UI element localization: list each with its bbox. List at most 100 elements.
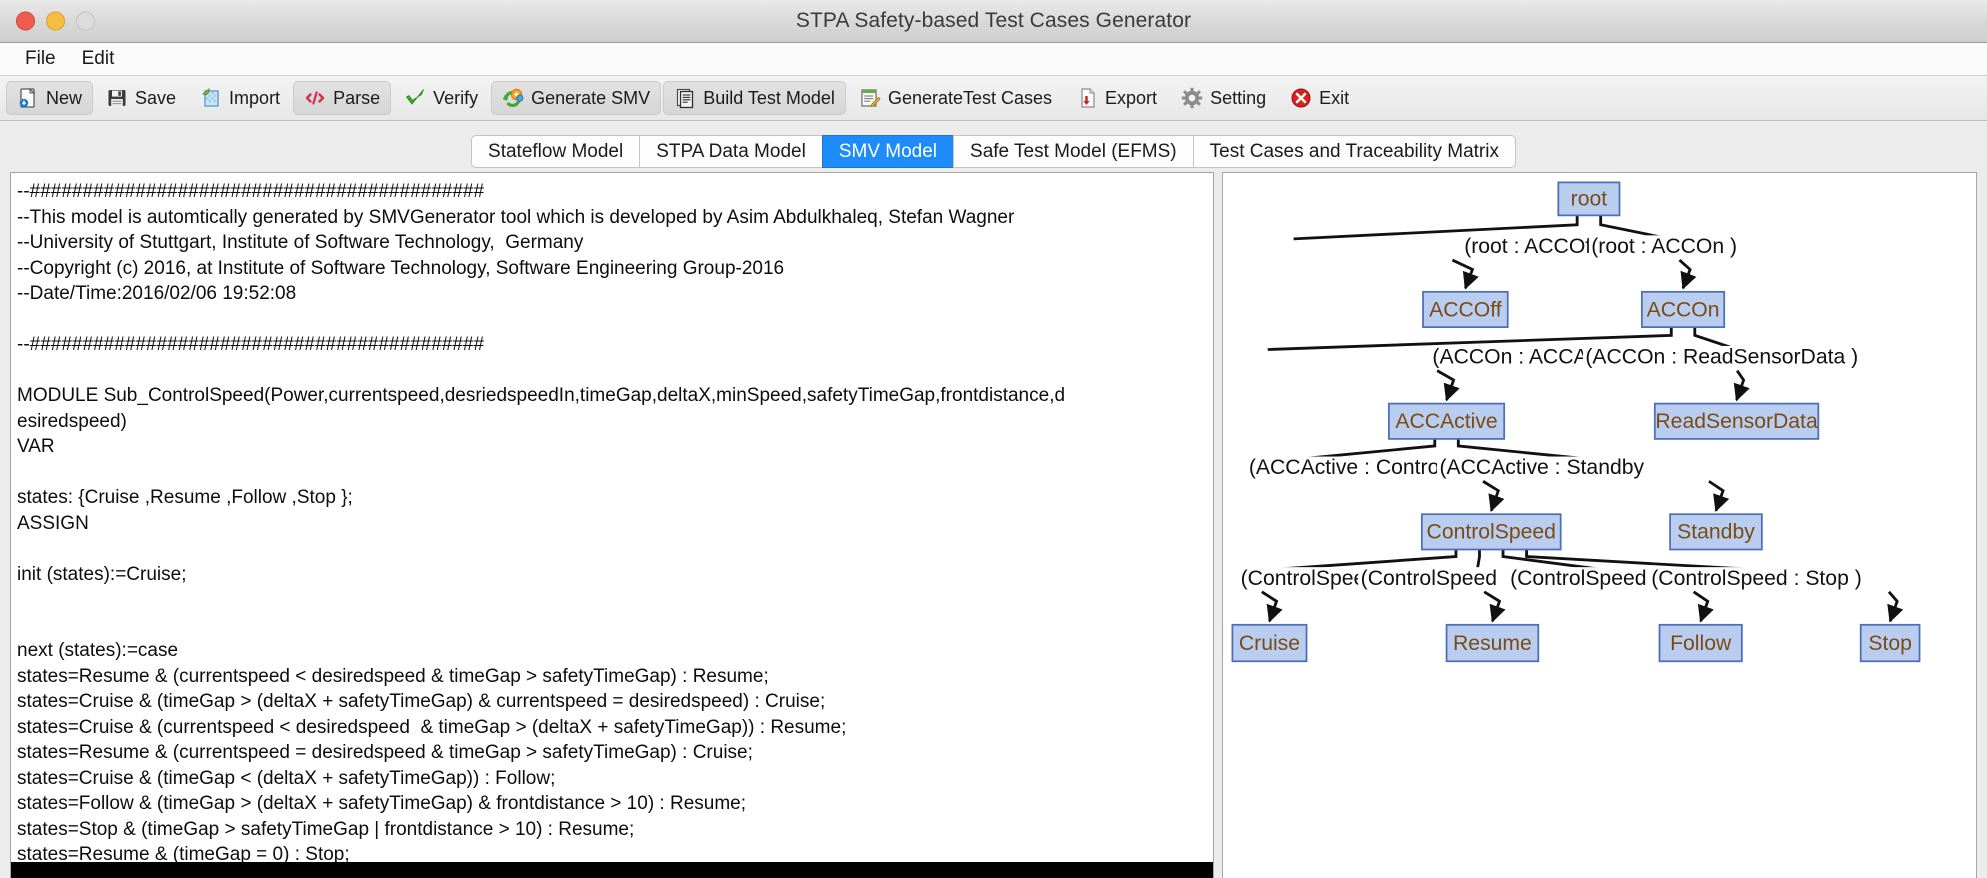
tree-node-controlspeed[interactable]: ControlSpeed [1420, 513, 1562, 551]
toolbar-button-label: Save [135, 87, 177, 108]
code-line: states=Resume & (timeGap = 0) : Stop; [17, 844, 350, 862]
tree-node-label: Follow [1670, 632, 1732, 655]
tab-label: Stateflow Model [488, 140, 624, 162]
tree-node-accactive[interactable]: ACCActive [1388, 402, 1506, 440]
tree-node-accoff[interactable]: ACCOff [1422, 290, 1509, 329]
application-window: STPA Safety-based Test Cases Generator F… [0, 0, 1987, 878]
title-bar: STPA Safety-based Test Cases Generator [0, 0, 1987, 43]
tree-edge-label-text: (ControlSpeed : Stop ) [1651, 567, 1862, 590]
state-tree-diagram: (root : ACCOff )(root : ACCOn ) (ACCOn : … [1231, 181, 1921, 663]
code-line: states=Cruise & (currentspeed < desireds… [17, 716, 847, 738]
tree-node-label: root [1571, 188, 1608, 211]
tree-edge-label: (ACCOn : ReadSensorData ) [1583, 346, 1878, 370]
menu-file[interactable]: File [12, 46, 69, 72]
toolbar-button-save[interactable]: Save [95, 81, 187, 115]
tab-label: SMV Model [838, 140, 938, 162]
tree-node-standby[interactable]: Standby [1669, 513, 1763, 551]
code-line: --######################################… [17, 181, 485, 202]
code-line: VAR [17, 436, 55, 457]
horizontal-scrollbar[interactable] [11, 862, 1213, 878]
zoom-window-button[interactable] [76, 11, 95, 31]
tree-node-label: ControlSpeed [1427, 521, 1556, 544]
tree-edge-label: (ControlSpeed : Stop ) [1648, 567, 1862, 591]
tab-stateflow-model[interactable]: Stateflow Model [471, 135, 640, 168]
menu-bar: File Edit [0, 43, 1987, 76]
toolbar-button-build-test-model[interactable]: Build Test Model [663, 81, 846, 115]
tree-edge-lower [1678, 259, 1697, 290]
toolbar-button-verify[interactable]: Verify [393, 81, 489, 115]
tree-edge-label: (root : ACCOff ) [1461, 235, 1609, 259]
toolbar-button-label: Setting [1210, 87, 1267, 108]
code-line: states=Follow & (timeGap > (deltaX + saf… [17, 793, 747, 814]
code-line: states=Cruise & (timeGap < (deltaX + saf… [17, 767, 556, 789]
toolbar-button-label: New [46, 87, 83, 108]
tree-edge-lower [1482, 480, 1505, 513]
tree-edge-lower [1692, 590, 1714, 623]
tab-test-cases-and-traceability-matrix[interactable]: Test Cases and Traceability Matrix [1192, 135, 1516, 168]
toolbar-button-export[interactable]: Export [1065, 81, 1168, 115]
code-line: --This model is automtically generated b… [17, 206, 1015, 228]
code-line: esiredspeed) [17, 410, 127, 432]
code-brackets-icon [304, 87, 326, 109]
tree-node-readsensordata[interactable]: ReadSensorData [1653, 402, 1820, 440]
red-x-circle-icon [1290, 87, 1312, 109]
tree-node-cruise[interactable]: Cruise [1231, 623, 1308, 663]
toolbar-button-parse[interactable]: Parse [293, 81, 392, 115]
new-document-icon [17, 87, 39, 109]
smv-code-pane: --######################################… [10, 172, 1214, 878]
code-line: states=Resume & (currentspeed = desireds… [17, 742, 753, 763]
tab-label: Safe Test Model (EFMS) [970, 140, 1177, 162]
tree-node-label: Stop [1868, 632, 1912, 655]
toolbar-button-label: Export [1105, 87, 1158, 108]
toolbar-button-generatetest-cases[interactable]: GenerateTest Cases [848, 81, 1063, 115]
tree-edge-lower [1708, 480, 1730, 513]
minimize-window-button[interactable] [46, 11, 65, 31]
tree-node-label: ACCOn [1647, 298, 1720, 321]
tree-node-root[interactable]: root [1557, 181, 1621, 217]
tree-node-label: ReadSensorData [1655, 410, 1818, 433]
menu-edit[interactable]: Edit [69, 46, 128, 72]
toolbar-button-label: Import [229, 87, 281, 108]
toolbar-button-label: Verify [433, 87, 479, 108]
window-title: STPA Safety-based Test Cases Generator [795, 9, 1192, 32]
tree-edge-label-text: (root : ACCOff ) [1464, 235, 1609, 258]
tab-label: Test Cases and Traceability Matrix [1209, 140, 1499, 162]
toolbar-button-exit[interactable]: Exit [1279, 81, 1360, 115]
smv-code-text[interactable]: --######################################… [11, 173, 1213, 862]
toolbar-button-generate-smv[interactable]: Generate SMV [491, 81, 662, 115]
close-window-button[interactable] [16, 11, 35, 31]
toolbar-button-new[interactable]: New [6, 81, 94, 115]
tab-smv-model[interactable]: SMV Model [821, 135, 954, 168]
gear-icon [1181, 87, 1203, 109]
tree-edge-label-text: (root : ACCOn ) [1591, 235, 1737, 258]
code-line: init (states):=Cruise; [17, 563, 187, 585]
tree-edge-label-text: (ACCActive : Standby ) [1439, 456, 1657, 479]
tree-edge-lower [1436, 369, 1460, 402]
window-controls [16, 11, 95, 31]
tree-node-accon[interactable]: ACCOn [1640, 290, 1726, 329]
code-line: --University of Stuttgart, Institute of … [17, 232, 584, 253]
export-page-icon [1076, 87, 1098, 109]
toolbar-button-label: Build Test Model [703, 87, 835, 108]
toolbar-button-import[interactable]: Import [189, 81, 291, 115]
tree-node-stop[interactable]: Stop [1859, 623, 1921, 663]
tree-edge-label: (ACCActive : Standby ) [1437, 456, 1657, 481]
toolbar-button-label: Parse [333, 87, 381, 108]
code-line: --######################################… [17, 334, 485, 355]
tree-node-label: Cruise [1239, 632, 1300, 655]
state-tree-pane: (root : ACCOff ) (root : ACCOn ) (ACCOn : … [1222, 172, 1977, 878]
toolbar-button-setting[interactable]: Setting [1170, 81, 1277, 115]
documents-stack-icon [674, 87, 696, 109]
toolbar-button-label: GenerateTest Cases [887, 87, 1053, 108]
tree-node-follow[interactable]: Follow [1658, 623, 1743, 663]
tab-safe-test-model-efms[interactable]: Safe Test Model (EFMS) [953, 135, 1193, 168]
tab-stpa-data-model[interactable]: STPA Data Model [639, 135, 822, 168]
code-line: states: {Cruise ,Resume ,Follow ,Stop }; [17, 487, 353, 508]
tree-node-resume[interactable]: Resume [1445, 623, 1540, 663]
code-line: states=Stop & (timeGap > safetyTimeGap |… [17, 818, 635, 840]
tree-node-label: ACCOff [1429, 298, 1502, 321]
tab-strip: Stateflow Model STPA Data Model SMV Model S… [0, 121, 1987, 168]
